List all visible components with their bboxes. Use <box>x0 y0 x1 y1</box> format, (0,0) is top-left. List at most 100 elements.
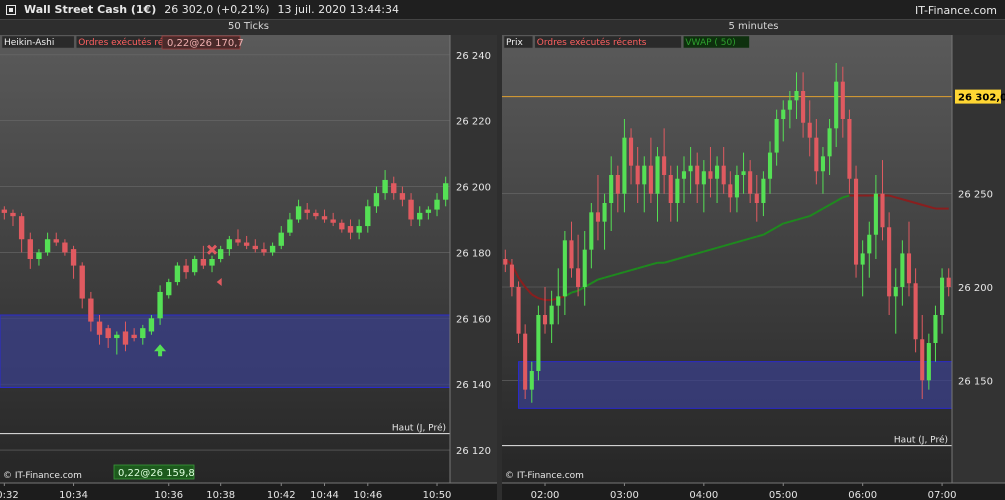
candle-body <box>635 165 640 185</box>
candle-body <box>434 199 440 210</box>
indicator-tag: VWAP ( 50) <box>685 38 735 48</box>
candle-body <box>814 137 819 172</box>
left-chart[interactable]: 26 240 26 220 26 200 26 180 26 160 26 140 26 1… <box>0 21 497 500</box>
candle-body <box>356 226 362 233</box>
x-tick-label: 10:46 <box>353 490 382 500</box>
candle-body <box>529 371 534 390</box>
candle-body <box>913 283 918 340</box>
candle-body <box>940 277 945 315</box>
haut-label: Haut (J, Pré) <box>392 423 446 434</box>
candle-body <box>382 179 388 194</box>
candle-body <box>893 287 898 297</box>
candle-body <box>767 152 773 179</box>
candle-body <box>748 171 753 194</box>
candle-body <box>946 277 951 287</box>
candle-body <box>88 298 94 322</box>
x-tick-label: 05:00 <box>769 490 798 500</box>
y-tick-label: 26 200 <box>456 183 491 194</box>
candle-body <box>715 165 720 179</box>
instrument-price: 26 302,0 (+0,21%) <box>164 3 270 16</box>
candle-body <box>166 282 172 296</box>
candle-body <box>53 239 59 243</box>
candle-body <box>62 242 68 253</box>
candle-body <box>1 209 8 213</box>
candle-body <box>562 240 567 297</box>
x-tick-label: 02:00 <box>531 490 560 500</box>
candle-body <box>27 239 33 259</box>
trading-window: Wall Street Cash (1€) 26 302,0 (+0,21%) … <box>0 0 1005 500</box>
candle-body <box>209 259 215 266</box>
candle-body <box>157 291 163 319</box>
x-tick-label: 10:36 <box>154 490 183 500</box>
haut-label: Haut (J, Pré) <box>894 435 948 446</box>
y-tick-label: 26 200 <box>958 283 993 294</box>
candle-body <box>827 128 832 157</box>
x-tick-label: 07:00 <box>928 490 957 500</box>
candle-body <box>36 252 42 259</box>
candle-body <box>347 226 354 233</box>
candle-body <box>192 259 198 273</box>
candle-body <box>122 331 129 345</box>
candle-body <box>174 265 181 283</box>
candle-body <box>906 253 912 284</box>
candle-body <box>708 171 713 179</box>
plot-background <box>0 35 450 483</box>
window-icon[interactable] <box>6 4 16 15</box>
candle-body <box>595 212 601 222</box>
candle-body <box>695 165 700 185</box>
candle-body <box>801 91 806 123</box>
candle-body <box>675 178 680 203</box>
candle-body <box>96 321 103 335</box>
y-tick-label: 26 220 <box>456 117 491 128</box>
right-chart[interactable]: 26 250 26 200 26 150 Haut (J, Pré) 26 302,0 0… <box>502 21 1005 500</box>
candle-body <box>847 119 852 179</box>
candle-body <box>79 265 85 299</box>
candle-body <box>44 239 51 253</box>
candle-body <box>148 318 155 332</box>
candle-body <box>589 212 594 250</box>
candle-body <box>655 156 660 194</box>
candle-body <box>542 315 548 325</box>
candle-body <box>867 234 872 254</box>
candle-body <box>269 245 276 253</box>
candle-body <box>304 209 310 213</box>
candle-body <box>728 184 733 198</box>
instrument-name: Wall Street Cash (1€) <box>24 3 157 16</box>
x-tick-label: 10:42 <box>267 490 296 500</box>
candle-body <box>681 171 687 179</box>
candle-body <box>569 240 574 269</box>
candle-body <box>399 193 406 200</box>
candle-body <box>741 171 746 175</box>
candle-body <box>391 183 397 194</box>
candle-body <box>648 165 653 194</box>
y-tick-label: 26 250 <box>958 190 993 201</box>
candle-body <box>516 287 521 334</box>
candle-body <box>933 315 938 343</box>
candle-body <box>688 165 693 172</box>
current-price-label: 26 302,0 <box>958 93 1005 104</box>
candle-body <box>787 100 792 110</box>
candle-body <box>243 242 250 246</box>
candle-body <box>873 193 878 235</box>
candle-body <box>794 91 799 101</box>
candle-body <box>920 339 925 381</box>
candle-body <box>662 156 667 175</box>
candle-body <box>628 137 634 166</box>
candle-body <box>774 119 779 153</box>
x-tick-label: 03:00 <box>610 490 639 500</box>
x-tick-label: 10:38 <box>206 490 235 500</box>
candle-body <box>860 253 865 265</box>
datetime: 13 juil. 2020 13:44:34 <box>277 3 399 16</box>
candle-body <box>408 199 414 220</box>
candle-body <box>235 239 241 243</box>
indicator-tag: Prix <box>506 38 523 48</box>
candle-body <box>840 81 845 119</box>
candle-body <box>287 219 293 233</box>
candle-body <box>721 165 726 185</box>
candle-body <box>576 268 581 287</box>
watermark: © IT-Finance.com <box>505 471 584 481</box>
order-bottom-label: 0,22@26 159,8 <box>118 468 195 479</box>
candle-body <box>761 178 766 203</box>
candle-body <box>200 259 207 266</box>
candle-body <box>183 265 189 273</box>
